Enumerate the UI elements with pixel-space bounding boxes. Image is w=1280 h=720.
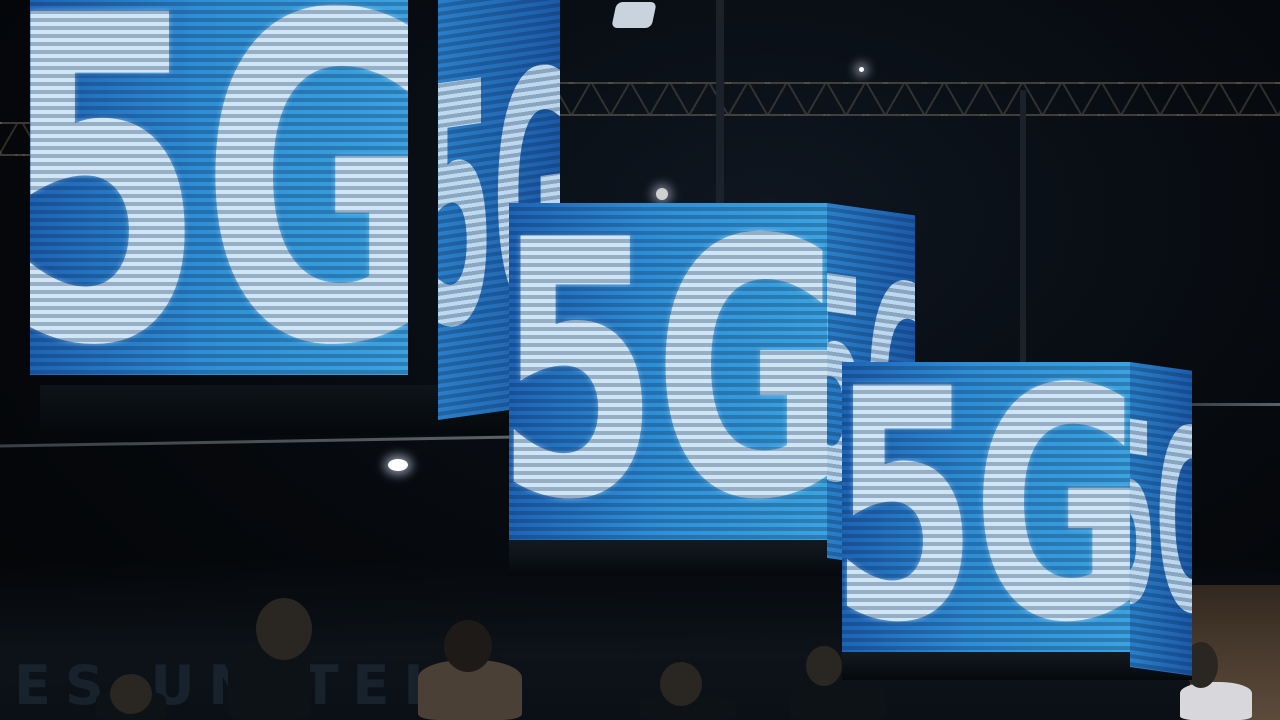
led-cube-text: 5G	[30, 0, 408, 375]
led-cube-text: 5G	[842, 362, 1130, 652]
ceiling-spotlight	[388, 459, 408, 471]
ceiling-spotlight	[656, 188, 668, 200]
ceiling-spotlight	[859, 67, 864, 72]
led-cube-front: 5G	[842, 362, 1130, 652]
attendee-head	[110, 674, 152, 714]
attendee-head	[806, 646, 842, 686]
attendee-silhouette	[1180, 682, 1252, 720]
support-pole	[716, 0, 724, 205]
led-cube-side: 5G	[1130, 362, 1192, 676]
trade-show-scene: ES UNITEI 5G 5G 5G 5G 5G 5G	[0, 0, 1280, 720]
ceiling-truss	[530, 82, 1280, 116]
hall-rail	[1190, 403, 1280, 406]
hall-rail	[0, 435, 520, 448]
support-pole	[1020, 90, 1026, 370]
attendee-head	[660, 662, 702, 706]
attendee-head	[256, 598, 312, 660]
led-cube-front: 5G	[509, 203, 827, 540]
attendee-silhouette	[790, 680, 886, 720]
led-cube-front: 5G	[30, 0, 408, 375]
attendee-head	[444, 620, 492, 672]
banner-text: ES UNITEI	[14, 653, 438, 717]
led-cube-side-text: 5G	[1130, 364, 1192, 673]
ceiling-camera-icon	[611, 2, 657, 28]
led-cube-text: 5G	[509, 203, 827, 540]
